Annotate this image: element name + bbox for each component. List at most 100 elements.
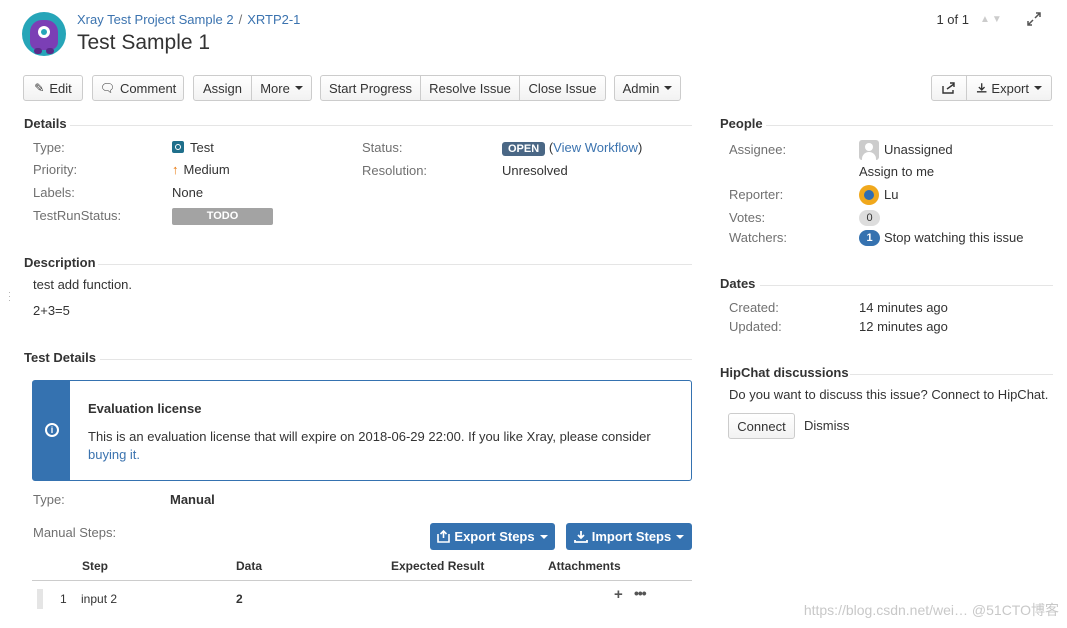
export-steps-label: Export Steps: [454, 529, 535, 544]
previous-issue-icon[interactable]: ▲: [980, 14, 992, 25]
resolve-issue-button[interactable]: Resolve Issue: [420, 76, 519, 100]
import-steps-label: Import Steps: [591, 529, 672, 544]
more-button-label: More: [260, 80, 290, 96]
column-header-data: Data: [236, 559, 263, 573]
labels-label: Labels:: [33, 185, 75, 200]
details-heading: Details: [24, 116, 67, 131]
hipchat-question: Do you want to discuss this issue? Conne…: [729, 387, 1049, 402]
export-button[interactable]: Export: [966, 76, 1051, 100]
watchers-count-badge[interactable]: 1: [859, 230, 880, 246]
test-details-heading: Test Details: [24, 350, 97, 365]
share-icon: [942, 82, 955, 94]
view-workflow-link[interactable]: View Workflow: [553, 140, 638, 155]
share-export-group: Export: [931, 75, 1052, 101]
step-action[interactable]: input 2: [81, 592, 117, 606]
updated-label: Updated:: [729, 319, 782, 334]
step-number: 1: [60, 592, 67, 606]
column-header-expected-result: Expected Result: [391, 559, 485, 573]
admin-button[interactable]: Admin: [614, 75, 681, 101]
license-text: This is an evaluation license that will …: [88, 429, 651, 444]
buy-it-link[interactable]: buying it.: [88, 447, 140, 462]
resolution-label: Resolution:: [362, 163, 428, 178]
assign-button[interactable]: Assign: [194, 76, 251, 100]
section-divider: [850, 374, 1053, 375]
chevron-down-icon: [294, 86, 303, 90]
status-label: Status:: [362, 140, 403, 155]
assign-to-me-link[interactable]: Assign to me: [859, 164, 934, 179]
section-divider: [760, 285, 1053, 286]
dismiss-link[interactable]: Dismiss: [804, 418, 850, 433]
comment-button[interactable]: 🗨 Comment: [92, 75, 184, 101]
assignee-label: Assignee:: [729, 142, 787, 157]
share-button[interactable]: [932, 76, 966, 100]
step-data[interactable]: 2: [236, 592, 243, 606]
evaluation-license-panel: i Evaluation license This is an evaluati…: [32, 380, 692, 481]
status-badge: OPEN: [502, 142, 546, 156]
drag-handle[interactable]: [37, 589, 43, 609]
column-header-attachments: Attachments: [548, 559, 621, 573]
chevron-down-icon: [664, 86, 673, 90]
watchers-label: Watchers:: [729, 230, 788, 245]
chevron-down-icon: [539, 534, 548, 539]
license-text-block: This is an evaluation license that will …: [88, 428, 668, 464]
project-avatar[interactable]: [22, 12, 66, 56]
monster-icon: [30, 20, 58, 50]
stop-watching-link[interactable]: Stop watching this issue: [884, 230, 1023, 245]
votes-label: Votes:: [729, 210, 766, 225]
chevron-down-icon: [676, 534, 685, 539]
section-divider: [766, 125, 1053, 126]
description-line-1: test add function.: [33, 277, 133, 292]
priority-value: ↑ Medium: [172, 162, 230, 177]
table-header-divider: [32, 580, 692, 581]
next-issue-icon[interactable]: ▼: [992, 14, 1004, 25]
start-progress-button[interactable]: Start Progress: [321, 76, 420, 100]
connect-button[interactable]: Connect: [728, 413, 795, 439]
pager-arrows: ▲▼: [980, 14, 1004, 25]
hipchat-heading: HipChat discussions: [720, 365, 849, 380]
status-value: OPEN (View Workflow): [502, 140, 642, 156]
reporter-value[interactable]: Lu: [884, 187, 898, 202]
testrun-status-label: TestRunStatus:: [33, 208, 122, 223]
license-title: Evaluation license: [88, 401, 202, 416]
add-step-icon[interactable]: +: [614, 586, 623, 603]
reporter-label: Reporter:: [729, 187, 784, 202]
type-value: Test: [172, 140, 214, 155]
more-button[interactable]: More: [251, 76, 311, 100]
watermark: https://blog.csdn.net/wei… @51CTO博客: [803, 602, 1059, 618]
comment-button-label: Comment: [119, 80, 177, 96]
column-header-step: Step: [82, 559, 109, 573]
expand-collapse-icon[interactable]: [1027, 12, 1041, 26]
description-line-2: 2+3=5: [33, 303, 70, 318]
breadcrumb-issue-key-link[interactable]: XRTP2-1: [247, 12, 300, 27]
sidebar-resize-handle[interactable]: · · ·: [8, 288, 11, 305]
info-icon: i: [45, 423, 59, 437]
type-label: Type:: [33, 140, 65, 155]
more-actions-icon[interactable]: •••: [634, 585, 647, 601]
priority-value-text: Medium: [183, 162, 230, 177]
test-type-value: Manual: [170, 492, 215, 507]
section-divider: [98, 264, 692, 265]
arrow-up-icon: ↑: [172, 162, 179, 177]
license-panel-sidebar: i: [33, 381, 70, 480]
test-type-icon: [172, 141, 184, 153]
breadcrumb-project-link[interactable]: Xray Test Project Sample 2: [77, 12, 234, 27]
manual-steps-label: Manual Steps:: [33, 525, 117, 540]
close-issue-button[interactable]: Close Issue: [519, 76, 605, 100]
assignee-value: Unassigned: [884, 142, 953, 157]
edit-button-label: Edit: [49, 80, 72, 96]
priority-label: Priority:: [33, 162, 78, 177]
testrun-status-badge: TODO: [172, 208, 273, 225]
labels-value: None: [172, 185, 204, 200]
chevron-down-icon: [1034, 86, 1042, 90]
download-icon: [976, 83, 987, 93]
admin-button-label: Admin: [622, 80, 660, 96]
edit-button[interactable]: ✎ Edit: [23, 75, 83, 101]
description-heading: Description: [24, 255, 96, 270]
breadcrumb: Xray Test Project Sample 2 / XRTP2-1: [77, 12, 300, 27]
votes-count-badge[interactable]: 0: [859, 210, 880, 226]
breadcrumb-separator: /: [238, 12, 243, 27]
import-steps-button[interactable]: Import Steps: [566, 523, 692, 550]
export-steps-button[interactable]: Export Steps: [430, 523, 555, 550]
section-divider: [70, 125, 692, 126]
resolution-value: Unresolved: [502, 163, 568, 178]
